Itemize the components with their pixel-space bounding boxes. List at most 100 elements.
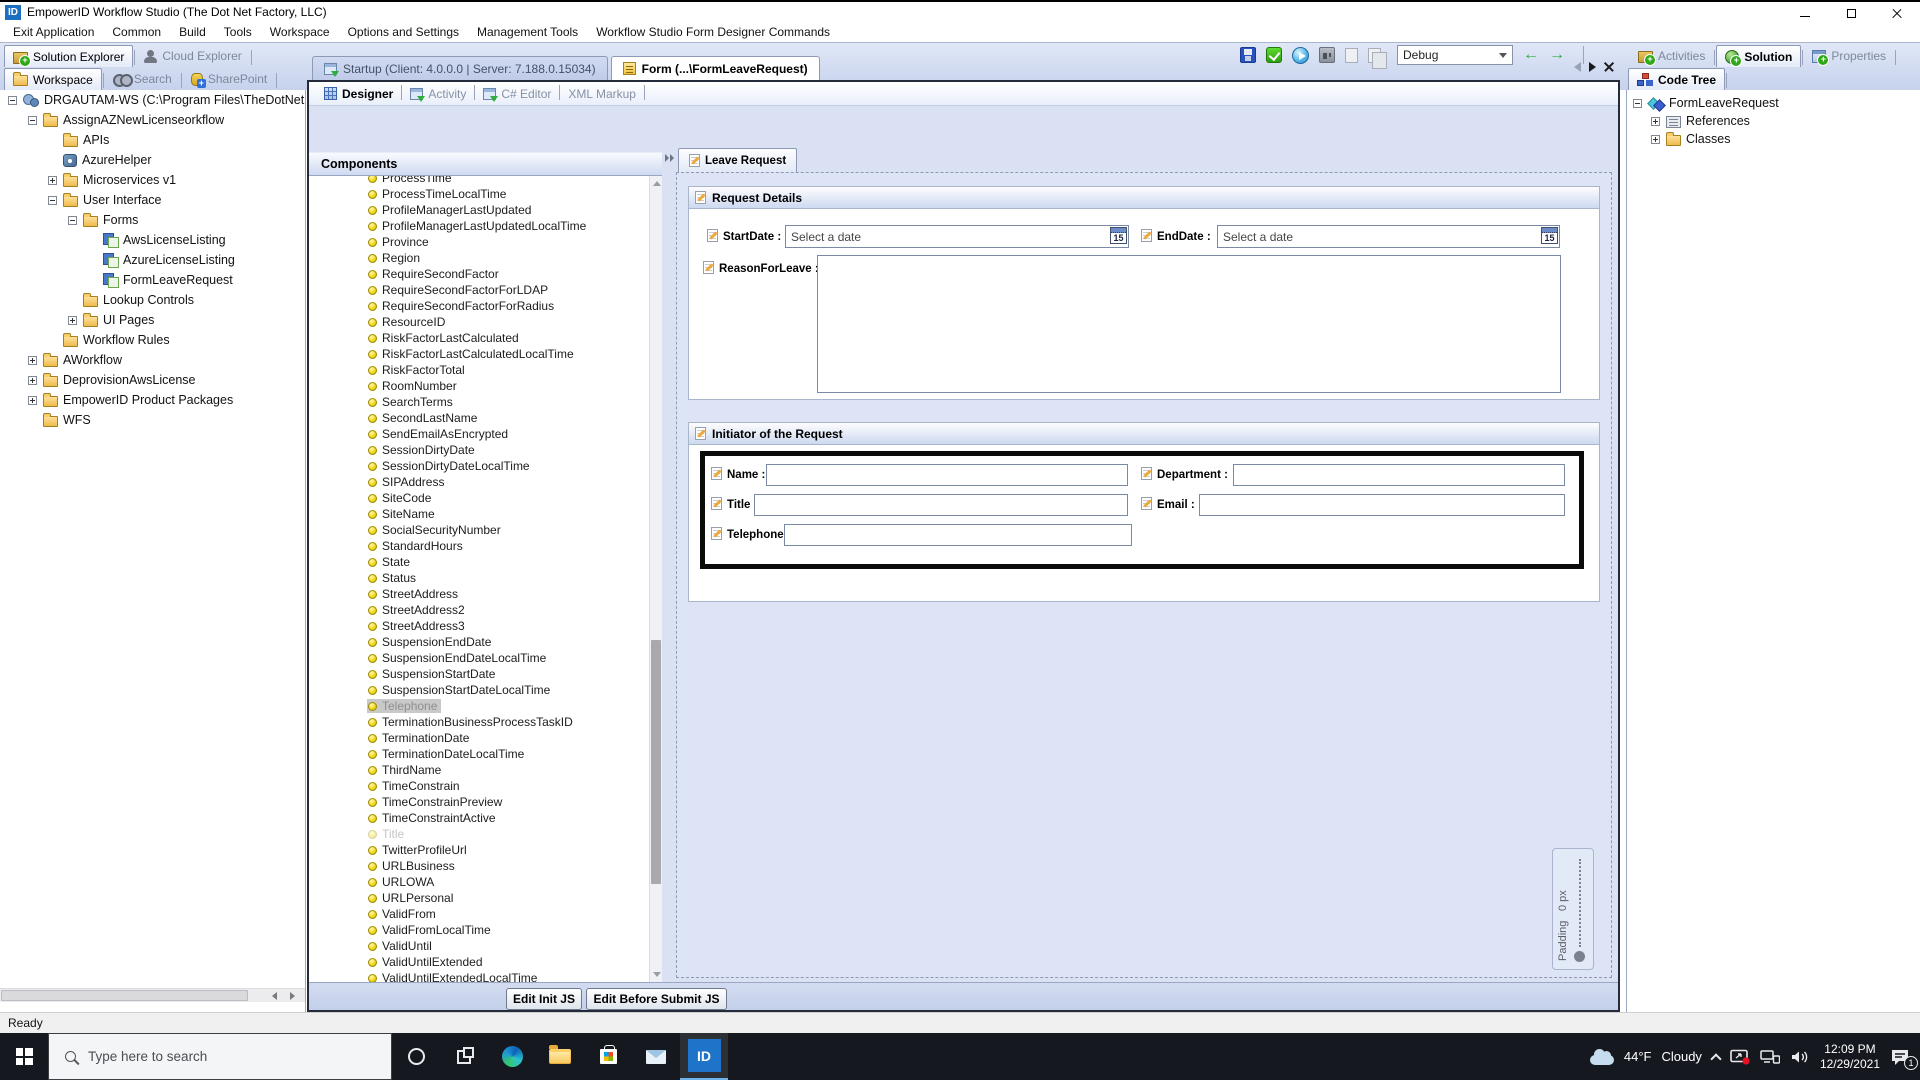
calendar-icon[interactable]: 15 [1541,227,1558,244]
tree-item-ui-pages[interactable]: UI Pages [0,310,305,330]
component-item-riskfactorlastcalculated[interactable]: RiskFactorLastCalculated [309,330,661,346]
empowerid-app-button[interactable]: ID [680,1033,728,1080]
component-item-searchterms[interactable]: SearchTerms [309,394,661,410]
enddate-input[interactable] [1217,225,1560,248]
component-item-profilemanagerlastupdated[interactable]: ProfileManagerLastUpdated [309,202,661,218]
run-icon[interactable] [1292,47,1309,64]
scroll-down-icon[interactable] [653,972,661,977]
component-item-profilemanagerlastupdatedlocaltime[interactable]: ProfileManagerLastUpdatedLocalTime [309,218,661,234]
expand-icon[interactable] [28,376,37,385]
volume-icon[interactable] [1790,1049,1810,1065]
component-item-requiresecondfactorforldap[interactable]: RequireSecondFactorForLDAP [309,282,661,298]
taskbar-clock[interactable]: 12:09 PM 12/29/2021 [1820,1042,1880,1072]
tree-item-aworkflow[interactable]: AWorkflow [0,350,305,370]
navigate-back-icon[interactable]: ← [1523,47,1539,63]
tree-item-workflow-rules[interactable]: Workflow Rules [0,330,305,350]
component-item-suspensionenddate[interactable]: SuspensionEndDate [309,634,661,650]
splitter-chevron-icon[interactable] [665,154,675,164]
tree-item-assignaznewlicenseorkflow[interactable]: AssignAZNewLicenseorkflow [0,110,305,130]
hscroll-left-icon[interactable] [272,992,277,1000]
tree-item-wfs[interactable]: WFS [0,410,305,430]
validate-icon[interactable] [1266,47,1282,63]
component-item-timeconstrain[interactable]: TimeConstrain [309,778,661,794]
tab-properties[interactable]: Properties [1804,45,1894,67]
tree-item-awslicenselisting[interactable]: AwsLicenseListing [0,230,305,250]
component-item-telephone[interactable]: Telephone [309,698,661,714]
component-item-twitterprofileurl[interactable]: TwitterProfileUrl [309,842,661,858]
collapse-icon[interactable] [1633,99,1642,108]
designer-tab-xml-markup[interactable]: XML Markup [561,87,643,101]
scroll-tabs-left-icon[interactable] [1574,62,1581,72]
cortana-button[interactable] [392,1033,440,1080]
component-item-sipaddress[interactable]: SIPAddress [309,474,661,490]
component-item-sendemailasencrypted[interactable]: SendEmailAsEncrypted [309,426,661,442]
component-item-suspensionstartdatelocaltime[interactable]: SuspensionStartDateLocalTime [309,682,661,698]
form-page-tab[interactable]: Leave Request [678,148,797,172]
designer-tab-designer[interactable]: Designer [317,87,400,101]
tab-activities[interactable]: Activities [1630,45,1713,67]
component-item-status[interactable]: Status [309,570,661,586]
collapse-icon[interactable] [68,216,77,225]
padding-drag-handle[interactable] [1574,951,1585,962]
tab-solution-explorer[interactable]: Solution Explorer [4,45,133,67]
component-item-validfromlocaltime[interactable]: ValidFromLocalTime [309,922,661,938]
menu-item-exit-application[interactable]: Exit Application [4,23,103,41]
reasonforleave-textarea[interactable] [817,255,1561,393]
tab-solution[interactable]: Solution [1716,45,1801,67]
expand-icon[interactable] [28,356,37,365]
menu-item-tools[interactable]: Tools [215,23,261,41]
tree-item-azurelicenselisting[interactable]: AzureLicenseListing [0,250,305,270]
tab-workspace[interactable]: Workspace [4,68,102,90]
menu-item-options-and-settings[interactable]: Options and Settings [339,23,468,41]
weather-cloud-icon[interactable] [1590,1055,1614,1065]
component-item-timeconstrainpreview[interactable]: TimeConstrainPreview [309,794,661,810]
component-item-timeconstraintactive[interactable]: TimeConstraintActive [309,810,661,826]
tree-item-formleaverequest[interactable]: FormLeaveRequest [1627,94,1920,112]
component-item-resourceid[interactable]: ResourceID [309,314,661,330]
store-button[interactable] [584,1033,632,1080]
form-design-surface[interactable]: Request Details StartDate : 15 EndDate :… [676,172,1612,978]
component-item-province[interactable]: Province [309,234,661,250]
component-item-sitecode[interactable]: SiteCode [309,490,661,506]
edge-button[interactable] [488,1033,536,1080]
component-item-validuntil[interactable]: ValidUntil [309,938,661,954]
taskbar-search-input[interactable] [88,1049,348,1064]
tree-item-apis[interactable]: APIs [0,130,305,150]
component-item-sitename[interactable]: SiteName [309,506,661,522]
weather-temperature[interactable]: 44°F [1624,1049,1652,1064]
name-input[interactable] [766,464,1128,486]
new-page-icon[interactable] [1345,48,1358,63]
startdate-input[interactable] [785,225,1129,248]
component-item-requiresecondfactorforradius[interactable]: RequireSecondFactorForRadius [309,298,661,314]
edit-init-js-button[interactable]: Edit Init JS [506,988,582,1010]
component-item-suspensionstartdate[interactable]: SuspensionStartDate [309,666,661,682]
component-item-clipped[interactable]: ProcessTime [309,176,661,186]
hscrollbar-thumb[interactable] [1,990,248,1001]
designer-tab-c-editor[interactable]: C# Editor [476,87,558,101]
scrollbar-thumb[interactable] [651,640,661,884]
component-item-requiresecondfactor[interactable]: RequireSecondFactor [309,266,661,282]
tab-code-tree[interactable]: Code Tree [1628,68,1725,90]
tree-item-empowerid-product-packages[interactable]: EmpowerID Product Packages [0,390,305,410]
telephone-input[interactable] [784,524,1132,546]
tree-item-forms[interactable]: Forms [0,210,305,230]
component-item-urlbusiness[interactable]: URLBusiness [309,858,661,874]
component-item-urlpersonal[interactable]: URLPersonal [309,890,661,906]
build-configuration-dropdown[interactable]: Debug [1397,45,1513,65]
component-item-streetaddress[interactable]: StreetAddress [309,586,661,602]
component-item-terminationdate[interactable]: TerminationDate [309,730,661,746]
scroll-tabs-right-icon[interactable] [1589,62,1596,72]
solution-tree-hscrollbar[interactable] [0,988,306,1002]
title-input[interactable] [754,494,1128,516]
maximize-button[interactable] [1828,4,1874,23]
component-item-streetaddress2[interactable]: StreetAddress2 [309,602,661,618]
component-item-riskfactorlastcalculatedlocaltime[interactable]: RiskFactorLastCalculatedLocalTime [309,346,661,362]
designer-tab-activity[interactable]: Activity [403,87,473,101]
tree-item-lookup-controls[interactable]: Lookup Controls [0,290,305,310]
expand-icon[interactable] [48,176,57,185]
collapse-icon[interactable] [8,96,17,105]
mail-button[interactable] [632,1033,680,1080]
component-item-secondlastname[interactable]: SecondLastName [309,410,661,426]
component-item-riskfactortotal[interactable]: RiskFactorTotal [309,362,661,378]
component-item-validfrom[interactable]: ValidFrom [309,906,661,922]
